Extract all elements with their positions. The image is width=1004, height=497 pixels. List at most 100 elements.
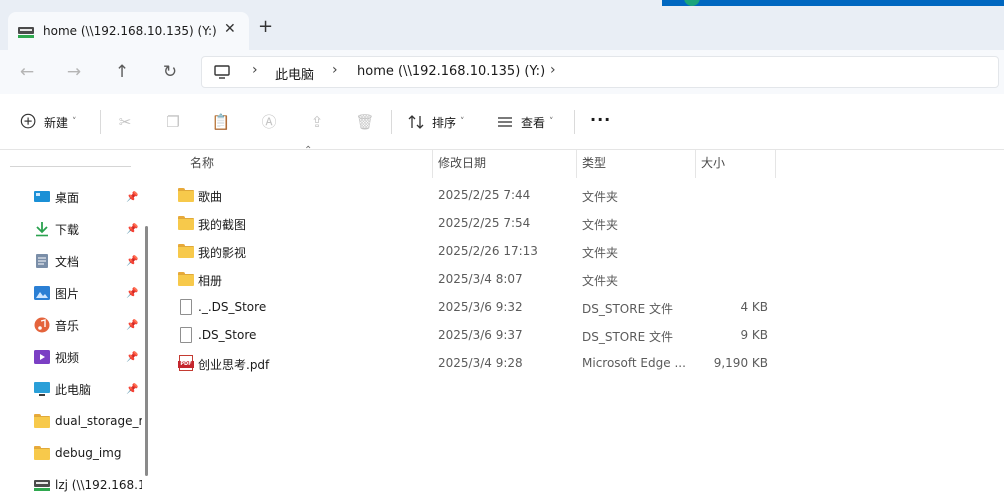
file-type: 文件夹 (582, 274, 619, 288)
file-type: Microsoft Edge ... (582, 356, 686, 370)
breadcrumb-home-drive[interactable]: home (\\192.168.10.135) (Y:) (357, 64, 545, 79)
network-drive-icon (34, 480, 50, 491)
divider (391, 110, 392, 134)
file-modified: 2025/2/26 17:13 (438, 244, 538, 258)
file-modified: 2025/2/25 7:54 (438, 216, 531, 230)
close-tab-icon[interactable]: ✕ (224, 21, 236, 37)
pin-icon: 📌 (126, 384, 139, 395)
column-header-name[interactable]: 名称 (190, 150, 214, 178)
delete-icon[interactable]: 🗑 (355, 112, 375, 132)
pdf-icon: PDF (178, 355, 194, 371)
file-row[interactable]: ._.DS_Store 2025/3/6 9:32 DS_STORE 文件 4 … (172, 293, 992, 321)
view-list-icon (498, 117, 512, 127)
column-header-modified[interactable]: 修改日期 (438, 150, 486, 178)
file-modified: 2025/3/6 9:32 (438, 300, 523, 314)
folder-icon (178, 215, 194, 231)
navigation-bar: ← → ↑ ↻ › 此电脑 › home (\\192.168.10.135) … (0, 50, 1004, 94)
this-pc-icon (34, 382, 50, 396)
sidebar-item-dual-storage[interactable]: dual_storage_r (34, 409, 142, 433)
chevron-down-icon: ˅ (72, 117, 77, 127)
sidebar-item-label: dual_storage_r (55, 414, 142, 428)
copy-icon[interactable]: ❐ (163, 112, 183, 132)
file-modified: 2025/2/25 7:44 (438, 188, 531, 202)
forward-button[interactable]: → (62, 60, 86, 84)
pictures-icon (34, 286, 50, 300)
folder-icon (34, 413, 50, 429)
sort-ascending-icon: ⌃ (304, 145, 313, 156)
sort-icon (408, 115, 424, 129)
file-list: ⌃ 名称 修改日期 类型 大小 歌曲 2025/2/25 7:44 文件夹 我的… (152, 145, 1004, 497)
title-bar: home (\\192.168.10.135) (Y:) ✕ + (0, 0, 1004, 50)
file-type: 文件夹 (582, 246, 619, 260)
column-divider[interactable] (775, 150, 776, 178)
file-name: 相册 (198, 274, 223, 288)
file-modified: 2025/3/6 9:37 (438, 328, 523, 342)
column-header-size[interactable]: 大小 (701, 150, 725, 178)
background-window-strip (662, 0, 1004, 6)
sidebar-item-lzj-drive[interactable]: lzj (\\192.168.1 (34, 473, 142, 497)
navigation-pane: 桌面 📌 下载 📌 文档 📌 图片 📌 音乐 📌 视频 📌 此电脑 📌 dual… (0, 150, 152, 497)
file-size: 4 KB (740, 300, 768, 314)
new-tab-button[interactable]: + (258, 18, 273, 36)
sidebar-item-label: 图片 (55, 286, 80, 301)
refresh-button[interactable]: ↻ (158, 60, 182, 84)
sidebar-scrollbar[interactable] (145, 226, 148, 476)
share-icon[interactable]: ⇪ (307, 112, 327, 132)
folder-icon (34, 445, 50, 461)
file-row[interactable]: 歌曲 2025/2/25 7:44 文件夹 (172, 181, 992, 209)
sort-button[interactable]: 排序 ˅ (406, 108, 465, 136)
breadcrumb-this-pc[interactable]: 此电脑 (275, 64, 314, 83)
pin-icon: 📌 (126, 288, 139, 299)
document-icon (36, 254, 48, 268)
folder-icon (178, 243, 194, 259)
sort-button-label: 排序 (432, 115, 457, 130)
file-row[interactable]: PDF 创业思考.pdf 2025/3/4 9:28 Microsoft Edg… (172, 349, 992, 377)
view-button[interactable]: 查看 ˅ (495, 108, 554, 136)
sidebar-item-label: 桌面 (55, 190, 80, 205)
file-row[interactable]: 我的影视 2025/2/26 17:13 文件夹 (172, 237, 992, 265)
paste-icon[interactable]: 📋 (211, 112, 231, 132)
file-type: 文件夹 (582, 190, 619, 204)
column-divider[interactable] (432, 150, 433, 178)
sidebar-item-label: lzj (\\192.168.1 (55, 478, 142, 492)
new-button[interactable]: 新建 ˅ (20, 108, 77, 136)
file-name: 创业思考.pdf (198, 358, 270, 372)
file-icon (178, 327, 194, 343)
up-button[interactable]: ↑ (110, 60, 134, 84)
file-modified: 2025/3/4 9:28 (438, 356, 523, 370)
file-modified: 2025/3/4 8:07 (438, 272, 523, 286)
file-type: DS_STORE 文件 (582, 302, 673, 316)
file-row[interactable]: 我的截图 2025/2/25 7:54 文件夹 (172, 209, 992, 237)
sidebar-item-debug-img[interactable]: debug_img (34, 441, 142, 465)
sidebar-item-label: 视频 (55, 350, 80, 365)
column-divider[interactable] (695, 150, 696, 178)
file-row[interactable]: .DS_Store 2025/3/6 9:37 DS_STORE 文件 9 KB (172, 321, 992, 349)
chevron-right-icon[interactable]: › (332, 62, 338, 78)
column-divider[interactable] (576, 150, 577, 178)
file-name: ._.DS_Store (198, 300, 267, 314)
tab-home-drive[interactable]: home (\\192.168.10.135) (Y:) ✕ (8, 12, 249, 50)
file-name: 我的截图 (198, 218, 247, 232)
divider (574, 110, 575, 134)
plus-circle-icon (20, 113, 36, 129)
command-bar: 新建 ˅ ✂ ❐ 📋 Ⓐ ⇪ 🗑 排序 ˅ 查看 ˅ ··· (0, 94, 1004, 150)
column-header-type[interactable]: 类型 (582, 150, 606, 178)
folder-icon (178, 271, 194, 287)
file-name: .DS_Store (198, 328, 257, 342)
sidebar-item-label: 文档 (55, 254, 80, 269)
pin-icon: 📌 (126, 192, 139, 203)
cut-icon[interactable]: ✂ (115, 112, 135, 132)
address-bar[interactable]: › 此电脑 › home (\\192.168.10.135) (Y:) › (201, 56, 999, 88)
rename-icon[interactable]: Ⓐ (259, 112, 279, 132)
file-type: DS_STORE 文件 (582, 330, 673, 344)
back-button[interactable]: ← (15, 60, 39, 84)
chevron-right-icon[interactable]: › (550, 62, 556, 78)
tab-title: home (\\192.168.10.135) (Y:) (43, 24, 217, 38)
divider (100, 110, 101, 134)
more-options-button[interactable]: ··· (590, 110, 611, 129)
view-button-label: 查看 (521, 115, 546, 130)
sidebar-item-label: 此电脑 (55, 382, 92, 397)
music-icon (34, 317, 50, 333)
file-row[interactable]: 相册 2025/3/4 8:07 文件夹 (172, 265, 992, 293)
chevron-right-icon[interactable]: › (252, 62, 258, 78)
